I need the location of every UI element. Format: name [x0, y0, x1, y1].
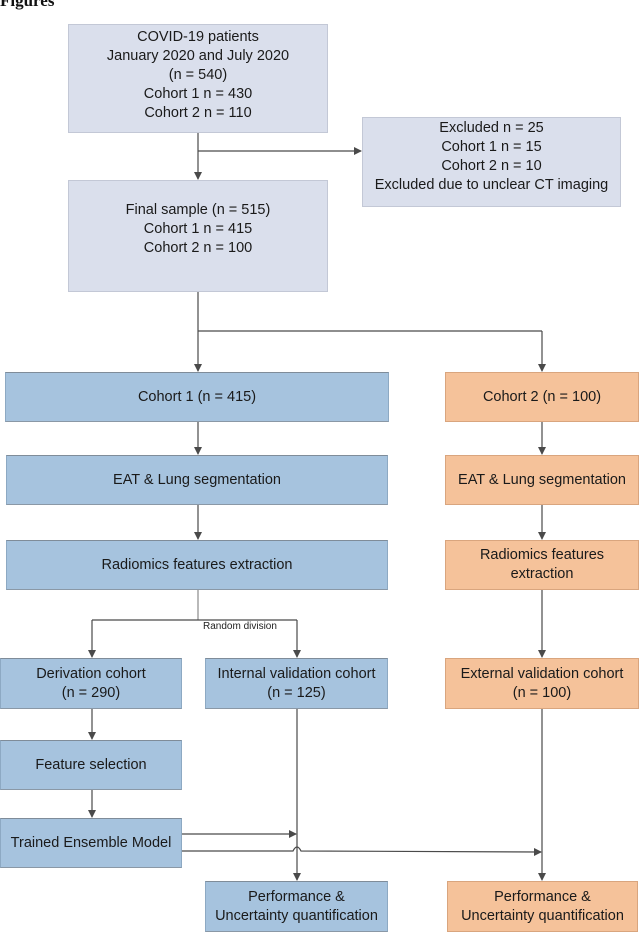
box-line: Cohort 1 n = 15: [441, 139, 542, 155]
box-line: Excluded due to unclear CT imaging: [374, 177, 609, 193]
box-line: COVID-19 patients: [137, 29, 259, 45]
patients-box: COVID-19 patients January 2020 and July …: [68, 24, 328, 133]
arrow-trained-external: [182, 846, 542, 856]
cohort1-box: Cohort 1 (n = 415): [5, 372, 389, 422]
box-line: extraction: [510, 566, 574, 582]
performance-internal-box: Performance & Uncertainty quantification: [205, 881, 388, 932]
derivation-cohort-box: Derivation cohort (n = 290): [0, 658, 182, 709]
external-validation-box: External validation cohort (n = 100): [445, 658, 639, 709]
segmentation-cohort2-box: EAT & Lung segmentation: [445, 455, 639, 505]
feature-selection-box: Feature selection: [0, 740, 182, 790]
final-sample-box: Final sample (n = 515) Cohort 1 n = 415 …: [68, 180, 328, 292]
segmentation-cohort1-box: EAT & Lung segmentation: [6, 455, 388, 505]
box-line: External validation cohort: [460, 665, 624, 682]
box-line: Radiomics features: [479, 547, 605, 563]
box-line: Internal validation cohort: [217, 665, 376, 682]
internal-validation-box: Internal validation cohort (n = 125): [205, 658, 388, 709]
box-line: January 2020 and July 2020: [106, 48, 290, 64]
radiomics-cohort2-box: Radiomics features extraction: [445, 540, 639, 590]
box-line: EAT & Lung segmentation: [458, 471, 626, 488]
box-line: Derivation cohort: [36, 665, 146, 682]
box-line: (n = 540): [168, 67, 228, 83]
box-line: (n = 100): [512, 684, 572, 701]
box-line: (n = 290): [61, 684, 121, 701]
radiomics-cohort1-box: Radiomics features extraction: [6, 540, 388, 590]
box-line: (n = 125): [267, 684, 326, 701]
random-division-label: Random division: [203, 621, 277, 632]
box-line: Cohort 2 n = 110: [144, 105, 252, 121]
box-line: Final sample (n = 515): [125, 201, 271, 218]
box-line: Trained Ensemble Model: [10, 834, 172, 851]
performance-external-box: Performance & Uncertainty quantification: [447, 881, 638, 932]
trained-model-box: Trained Ensemble Model: [0, 818, 182, 868]
box-line: Cohort 2 (n = 100): [482, 388, 602, 405]
box-line: Uncertainty quantification: [461, 907, 624, 924]
box-line: Uncertainty quantification: [215, 907, 378, 924]
box-line: Feature selection: [35, 756, 147, 773]
box-line: Performance &: [248, 888, 345, 905]
box-line: Excluded n = 25: [439, 120, 544, 136]
excluded-box: Excluded n = 25 Cohort 1 n = 15 Cohort 2…: [362, 117, 621, 207]
box-line: Cohort 1 (n = 415): [137, 388, 257, 405]
box-line: EAT & Lung segmentation: [113, 471, 281, 488]
box-line: Cohort 2 n = 100: [143, 239, 253, 256]
box-line: Cohort 2 n = 10: [441, 158, 542, 174]
cohort2-box: Cohort 2 (n = 100): [445, 372, 639, 422]
box-line: Radiomics features extraction: [101, 556, 293, 573]
box-line: Cohort 1 n = 430: [143, 86, 253, 102]
box-line: Performance &: [494, 888, 591, 905]
box-line: Cohort 1 n = 415: [143, 220, 253, 237]
